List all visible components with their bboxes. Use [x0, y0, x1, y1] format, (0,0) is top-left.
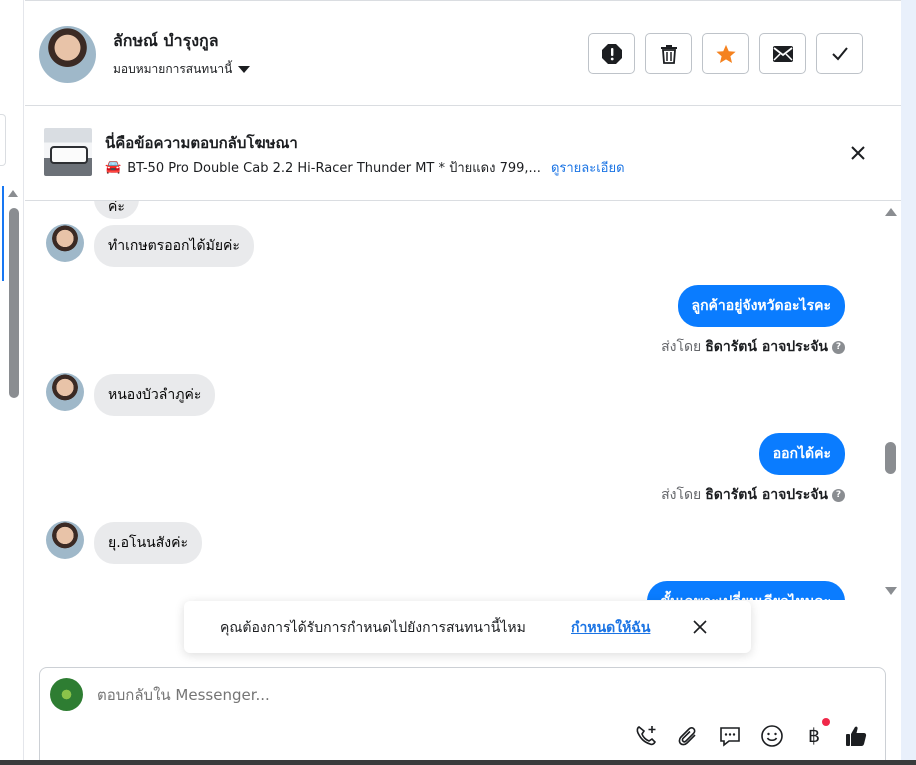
page-avatar	[50, 678, 83, 711]
attach-button[interactable]	[676, 724, 700, 748]
active-indicator	[2, 186, 4, 281]
paperclip-icon	[678, 727, 696, 746]
thumbs-up-icon	[846, 726, 867, 746]
notification-dot	[822, 718, 830, 726]
like-button[interactable]	[844, 724, 868, 748]
sent-by-prefix: ส่งโดย	[661, 487, 702, 503]
mark-unread-button[interactable]	[759, 33, 806, 74]
phone-plus-icon	[636, 726, 656, 746]
inbox-conversation-view: ลักษณ์ บำรุงกูล มอบหมายการสนทนานี้ นี่คื…	[0, 0, 916, 765]
contact-avatar[interactable]	[39, 26, 96, 83]
close-toast-button[interactable]	[689, 616, 711, 638]
header-actions	[588, 33, 863, 74]
taskbar-edge	[0, 760, 916, 765]
message-bubble-incoming[interactable]: ค่ะ	[94, 201, 139, 219]
thread-scrollbar[interactable]	[881, 201, 901, 601]
message-bubble-incoming[interactable]: ยุ.อโนนสังค่ะ	[94, 522, 202, 564]
close-icon	[851, 146, 865, 160]
thread-scrollbar-thumb[interactable]	[885, 442, 896, 474]
contact-avatar-small[interactable]	[46, 224, 84, 262]
scroll-down-arrow-icon[interactable]	[885, 587, 897, 595]
contact-avatar-small[interactable]	[46, 521, 84, 559]
conversation-list-edge	[0, 0, 24, 765]
envelope-icon	[772, 45, 793, 62]
scroll-up-arrow-icon[interactable]	[8, 190, 18, 197]
reply-composer: ฿	[39, 667, 886, 765]
assign-to-me-link[interactable]: กำหนดให้ฉัน	[571, 617, 650, 639]
saved-replies-button[interactable]	[718, 724, 742, 748]
payment-button[interactable]: ฿	[802, 718, 830, 748]
sender-name: ธิดารัตน์ อาจประจัน	[705, 487, 828, 503]
star-button[interactable]	[702, 33, 749, 74]
smiley-icon	[761, 725, 783, 747]
assign-conversation-dropdown[interactable]: มอบหมายการสนทนานี้	[113, 60, 251, 79]
close-ad-banner-button[interactable]	[845, 140, 871, 166]
ad-reply-banner: นี่คือข้อความตอบกลับโฆษณา 🚘 BT-50 Pro Do…	[25, 106, 901, 201]
checkmark-icon	[831, 46, 848, 60]
assign-prompt-text: คุณต้องการได้รับการกำหนดไปยังการสนทนานี้…	[220, 620, 526, 636]
help-icon[interactable]: ?	[832, 340, 845, 354]
message-bubble-outgoing[interactable]: ขั้นเฉพาะเปลี่ยนเดียวไหมคะ	[646, 581, 845, 600]
contact-avatar-small[interactable]	[46, 373, 84, 411]
composer-toolbar: ฿	[634, 718, 868, 748]
trash-icon	[660, 44, 677, 64]
sent-by-prefix: ส่งโดย	[661, 339, 702, 355]
message-thread: ค่ะ ทำเกษตรออกได้มัยค่ะ ลูกค้าอยู่จังหวั…	[25, 201, 881, 600]
call-button[interactable]	[634, 724, 658, 748]
list-scrollbar-thumb[interactable]	[9, 208, 19, 398]
message-bubble-incoming[interactable]: หนองบัวลำภูค่ะ	[94, 374, 216, 416]
chat-bubble-icon	[720, 727, 740, 747]
baht-icon: ฿	[807, 725, 821, 747]
help-icon[interactable]: ?	[832, 488, 845, 502]
reply-input[interactable]	[97, 686, 797, 704]
delete-button[interactable]	[645, 33, 692, 74]
assign-label: มอบหมายการสนทนานี้	[113, 62, 233, 76]
ad-reply-title: นี่คือข้อความตอบกลับโฆษณา	[105, 134, 298, 152]
sent-by-label: ส่งโดย ธิดารัตน์ อาจประจัน ?	[661, 484, 845, 506]
ad-thumbnail[interactable]	[44, 128, 92, 176]
window-edge	[901, 0, 916, 765]
ad-reply-subtitle: 🚘 BT-50 Pro Double Cab 2.2 Hi-Racer Thun…	[105, 157, 625, 178]
scroll-up-arrow-icon[interactable]	[885, 208, 897, 216]
report-button[interactable]	[588, 33, 635, 74]
car-icon: 🚘	[105, 160, 122, 175]
emoji-button[interactable]	[760, 724, 784, 748]
star-icon	[715, 44, 736, 63]
message-bubble-outgoing[interactable]: ลูกค้าอยู่จังหวัดอะไรคะ	[677, 285, 845, 327]
alert-icon	[601, 43, 622, 64]
sent-by-label: ส่งโดย ธิดารัตน์ อาจประจัน ?	[661, 336, 845, 358]
collapse-tab[interactable]	[0, 114, 6, 166]
ad-product-name: BT-50 Pro Double Cab 2.2 Hi-Racer Thunde…	[127, 161, 541, 176]
message-bubble-outgoing[interactable]: ออกได้ค่ะ	[758, 433, 845, 475]
close-icon	[693, 620, 707, 634]
sender-name: ธิดารัตน์ อาจประจัน	[705, 339, 828, 355]
caret-down-icon	[238, 66, 251, 73]
assign-prompt-toast: คุณต้องการได้รับการกำหนดไปยังการสนทนานี้…	[184, 601, 751, 653]
conversation-header: ลักษณ์ บำรุงกูล มอบหมายการสนทนานี้	[25, 0, 901, 106]
see-details-link[interactable]: ดูรายละเอียด	[551, 157, 625, 178]
mark-done-button[interactable]	[816, 33, 863, 74]
contact-name[interactable]: ลักษณ์ บำรุงกูล	[113, 29, 219, 54]
message-bubble-incoming[interactable]: ทำเกษตรออกได้มัยค่ะ	[94, 225, 254, 267]
